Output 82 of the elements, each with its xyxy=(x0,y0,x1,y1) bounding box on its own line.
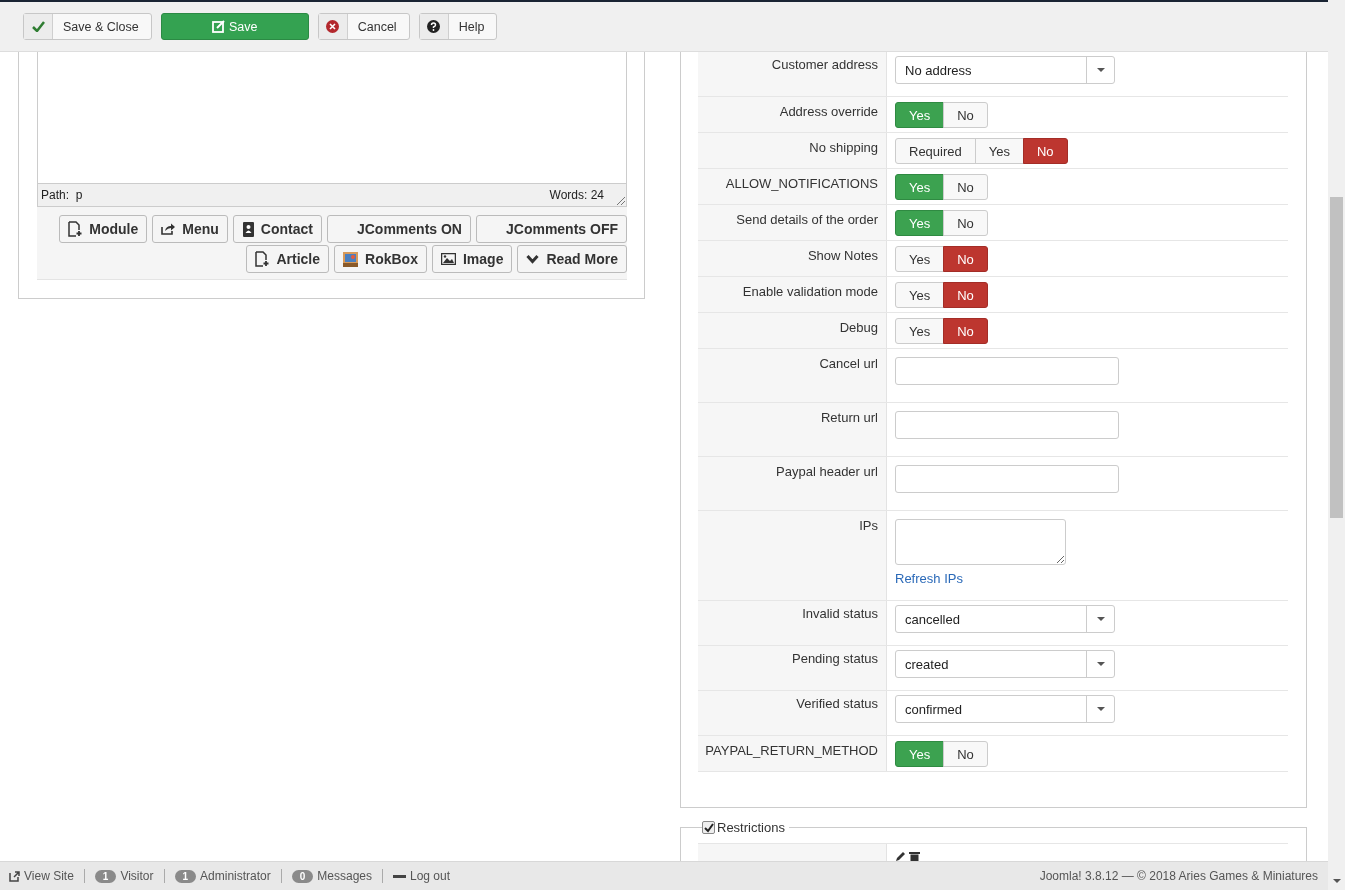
field-label: IPs xyxy=(698,511,887,600)
field-label: ALLOW_NOTIFICATIONS xyxy=(698,169,887,204)
copyright-text: Joomla! 3.8.12 — © 2018 Aries Games & Miniatures xyxy=(1039,869,1318,883)
close-icon xyxy=(326,20,340,33)
field-label: Paypal header url xyxy=(698,457,887,510)
chevron-down-icon xyxy=(526,254,540,264)
text-area[interactable] xyxy=(895,519,1066,565)
field-label: Address override xyxy=(698,97,887,132)
resize-handle-icon[interactable] xyxy=(616,196,625,205)
toggle-option[interactable]: No xyxy=(943,102,988,128)
toggle-option[interactable]: Required xyxy=(895,138,976,164)
input-field[interactable] xyxy=(895,411,1119,439)
editor-button[interactable]: Menu xyxy=(152,215,228,243)
refresh-link[interactable]: Refresh IPs xyxy=(895,571,963,586)
toggle-option[interactable]: No xyxy=(1023,138,1068,164)
editor-button[interactable]: JComments ON xyxy=(326,215,471,243)
caret-icon xyxy=(1096,68,1105,72)
input-field[interactable] xyxy=(895,465,1119,493)
field-label: Return url xyxy=(698,403,887,456)
field-label: No shipping xyxy=(698,133,887,168)
field-label: Pending status xyxy=(698,646,887,690)
toolbar-button[interactable]: Cancel xyxy=(317,13,410,40)
edit-icon xyxy=(212,20,225,33)
caret-icon xyxy=(1096,662,1105,666)
toggle-option[interactable]: Yes xyxy=(895,318,945,344)
document-icon xyxy=(255,251,270,267)
editor-button[interactable]: RokBox xyxy=(334,245,427,273)
field-label: Cancel url xyxy=(698,349,887,402)
editor-button[interactable]: Module xyxy=(59,215,148,243)
element-path: Path: p xyxy=(41,188,83,202)
input-field[interactable] xyxy=(895,357,1119,385)
caret-icon xyxy=(1096,617,1105,621)
field-label: Verified status xyxy=(698,691,887,735)
image-icon xyxy=(440,253,456,265)
field-label: Send details of the order xyxy=(698,205,887,240)
caret-icon xyxy=(1096,707,1105,711)
checkbox[interactable] xyxy=(702,821,715,834)
editor-button[interactable]: Image xyxy=(431,245,513,273)
toggle-option[interactable]: Yes xyxy=(895,282,945,308)
status-link[interactable]: 1 Visitor xyxy=(94,869,154,883)
toggle-option[interactable]: No xyxy=(943,318,988,344)
toolbar-button[interactable]: Help xyxy=(418,13,498,40)
document-icon xyxy=(68,221,83,237)
help-icon xyxy=(427,20,441,33)
scroll-down-icon[interactable] xyxy=(1333,879,1341,883)
status-link[interactable]: 0 Messages xyxy=(291,869,372,883)
toggle-option[interactable]: Yes xyxy=(895,246,945,272)
scrollbar-thumb[interactable] xyxy=(1330,197,1343,518)
editor-button[interactable]: Read More xyxy=(517,245,627,273)
check-icon xyxy=(31,21,45,32)
photo-icon xyxy=(343,251,359,267)
toggle-option[interactable]: No xyxy=(943,741,988,767)
field-label: Invalid status xyxy=(698,601,887,645)
select-field[interactable]: cancelled xyxy=(895,605,1115,633)
address-book-icon xyxy=(241,221,254,237)
legend: Restrictions xyxy=(717,820,785,835)
field-label: Show Notes xyxy=(698,241,887,276)
toggle-option[interactable]: No xyxy=(943,174,988,200)
select-field[interactable]: created xyxy=(895,650,1115,678)
field-label: Enable validation mode xyxy=(698,277,887,312)
field-label: Debug xyxy=(698,313,887,348)
status-link[interactable]: 1 Administrator xyxy=(174,869,271,883)
toggle-option[interactable]: No xyxy=(943,246,988,272)
toggle-option[interactable]: No xyxy=(943,210,988,236)
status-link[interactable]: View Site xyxy=(9,869,74,883)
toolbar-button[interactable]: Save & Close xyxy=(23,13,152,40)
editor-button[interactable]: JComments OFF xyxy=(476,215,627,243)
status-link[interactable]: Log out xyxy=(393,869,451,883)
word-count: Words: 24 xyxy=(549,188,604,202)
editor-button[interactable]: Article xyxy=(246,245,330,273)
minus-icon xyxy=(393,874,406,878)
editor-button[interactable]: Contact xyxy=(232,215,322,243)
select-field[interactable]: confirmed xyxy=(895,695,1115,723)
toggle-option[interactable]: Yes xyxy=(974,138,1024,164)
field-label: PAYPAL_RETURN_METHOD xyxy=(698,736,887,771)
select-field[interactable]: No address xyxy=(895,56,1115,84)
field-label: Customer address xyxy=(698,52,887,96)
external-link-icon xyxy=(9,870,20,882)
share-icon xyxy=(161,223,176,235)
editor-area[interactable] xyxy=(37,52,627,184)
scrollbar[interactable] xyxy=(1328,0,1345,890)
toggle-option[interactable]: No xyxy=(943,282,988,308)
